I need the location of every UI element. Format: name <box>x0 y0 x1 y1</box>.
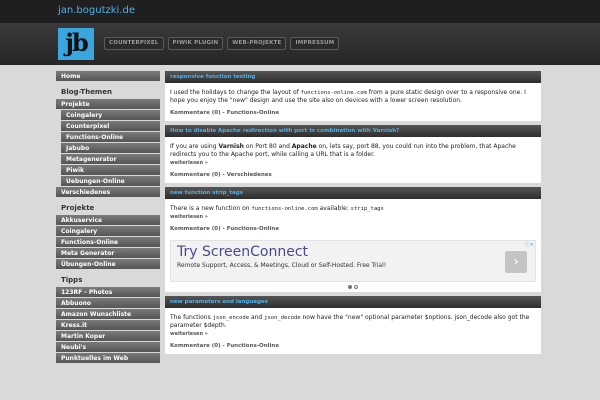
sidebar-item-metagenerator[interactable]: Metagenerator <box>61 154 160 165</box>
sidebar-item-meta-generator[interactable]: Meta Generator <box>56 248 160 259</box>
post-meta[interactable]: Kommentare (0) - Verschiedenes <box>165 170 541 183</box>
post-body: I used the holidays to change the layout… <box>165 83 541 108</box>
post-title[interactable]: responsive function testing <box>165 71 541 83</box>
sidebar-item-functions-online[interactable]: Functions-Online <box>56 237 160 248</box>
sidebar-item-counterpixel[interactable]: Counterpixel <box>61 121 160 132</box>
post-body: If you are using Varnish on Port 80 and … <box>165 137 541 170</box>
post-text: There is a new function on <box>170 205 252 212</box>
sidebar: Home Blog-Themen Projekte Coingalery Count… <box>56 71 160 364</box>
post: new function strip_tags There is a new f… <box>165 187 541 292</box>
sidebar-heading-blog: Blog-Themen <box>61 88 112 96</box>
post-code: json_encode <box>212 315 250 321</box>
ad-arrow-icon[interactable]: › <box>505 251 527 273</box>
nav-impressum[interactable]: IMPRESSUM <box>290 37 340 50</box>
post-title[interactable]: new parameters and languages <box>165 296 541 308</box>
post-text: The functions <box>170 314 213 321</box>
sidebar-item-martin-koper[interactable]: Martin Koper <box>56 331 160 342</box>
post-meta[interactable]: Kommentare (0) - Functions-Online <box>165 224 541 237</box>
post-text: available: <box>317 205 351 212</box>
sidebar-item-neubi-s[interactable]: Neubi's <box>56 342 160 353</box>
sidebar-item-coingalery[interactable]: Coingalery <box>56 226 160 237</box>
sidebar-item-verschiedenes[interactable]: Verschiedenes <box>56 187 160 198</box>
post-text: and <box>249 314 265 321</box>
sidebar-item-punktuelles-im-web[interactable]: Punktuelles im Web <box>56 353 160 364</box>
ad-text: Remote Support, Access, & Meetings, Clou… <box>177 262 387 269</box>
read-more-link[interactable]: weiterlesen » <box>170 331 208 337</box>
sidebar-item-home[interactable]: Home <box>56 71 160 82</box>
sidebar-item-coingalery[interactable]: Coingalery <box>61 110 160 121</box>
ad-banner[interactable]: ⓘ✕ Try ScreenConnect Remote Support, Acc… <box>170 240 536 282</box>
nav-web-projekte[interactable]: WEB-PROJEKTE <box>227 37 287 50</box>
post-meta[interactable]: Kommentare (0) - Functions-Online <box>165 341 541 354</box>
post-code: strip_tags <box>350 206 384 212</box>
nav-counterpixel[interactable]: COUNTERPIXEL <box>104 37 164 50</box>
post-bold: Apache <box>291 143 317 150</box>
top-bar: jan.bogutzki.de <box>0 0 600 23</box>
ad-dot[interactable] <box>354 285 358 289</box>
main-nav: COUNTERPIXEL PIWIK PLUGIN WEB-PROJEKTE I… <box>104 37 340 50</box>
sidebar-heading-projects: Projekte <box>61 204 95 212</box>
post-title[interactable]: How to disable Apache redirection with p… <box>165 125 541 137</box>
ad-dot-active[interactable] <box>348 285 352 289</box>
post: responsive function testing I used the h… <box>165 71 541 121</box>
sidebar-item-123rf-photos[interactable]: 123RF - Photos <box>56 287 160 298</box>
post: new parameters and languages The functio… <box>165 296 541 354</box>
sidebar-item-jabubo[interactable]: Jabubo <box>61 143 160 154</box>
ad-close-icon[interactable]: ⓘ✕ <box>525 241 534 248</box>
read-more-link[interactable]: weiterlesen » <box>170 214 208 220</box>
sidebar-item-functions-online[interactable]: Functions-Online <box>61 132 160 143</box>
site-title[interactable]: jan.bogutzki.de <box>58 5 135 16</box>
post-code: functions-online.com <box>300 90 367 96</box>
post-code: functions-online.com <box>251 206 318 212</box>
post: How to disable Apache redirection with p… <box>165 125 541 183</box>
sidebar-item-kress-it[interactable]: Kress.it <box>56 320 160 331</box>
post-text: If you are using <box>170 143 219 150</box>
ad-pager <box>165 284 541 292</box>
ad-title[interactable]: Try ScreenConnect <box>177 244 308 260</box>
sidebar-blog-list: Projekte Coingalery Counterpixel Functions-… <box>56 99 160 198</box>
main-content: responsive function testing I used the h… <box>165 71 541 358</box>
sidebar-item-uebungen-online[interactable]: Uebungen-Online <box>61 176 160 187</box>
post-text: I used the holidays to change the layout… <box>170 89 301 96</box>
post-meta[interactable]: Kommentare (0) - Functions-Online <box>165 108 541 121</box>
post-text: on Port 80 and <box>243 143 292 150</box>
sidebar-item-piwik[interactable]: Piwik <box>61 165 160 176</box>
sidebar-project-list: Akkuservice Coingalery Functions-Online Met… <box>56 215 160 270</box>
site-logo[interactable]: jb <box>58 28 94 60</box>
post-title[interactable]: new function strip_tags <box>165 187 541 199</box>
nav-piwik-plugin[interactable]: PIWIK PLUGIN <box>167 37 224 50</box>
post-body: The functions json_encode and json_decod… <box>165 308 541 341</box>
read-more-link[interactable]: weiterlesen » <box>170 160 208 166</box>
post-code: json_decode <box>264 315 301 321</box>
sidebar-item-abbuono[interactable]: Abbuono <box>56 298 160 309</box>
sidebar-heading-tips: Tipps <box>61 276 83 284</box>
sidebar-tips-list: 123RF - Photos Abbuono Amazon Wunschliste K… <box>56 287 160 364</box>
sidebar-item-projekte[interactable]: Projekte <box>56 99 160 110</box>
sidebar-item-bungen-online[interactable]: Übungen-Online <box>56 259 160 270</box>
sidebar-item-akkuservice[interactable]: Akkuservice <box>56 215 160 226</box>
post-bold: Varnish <box>218 143 244 150</box>
post-body: There is a new function on functions-onl… <box>165 199 541 224</box>
sidebar-item-amazon-wunschliste[interactable]: Amazon Wunschliste <box>56 309 160 320</box>
